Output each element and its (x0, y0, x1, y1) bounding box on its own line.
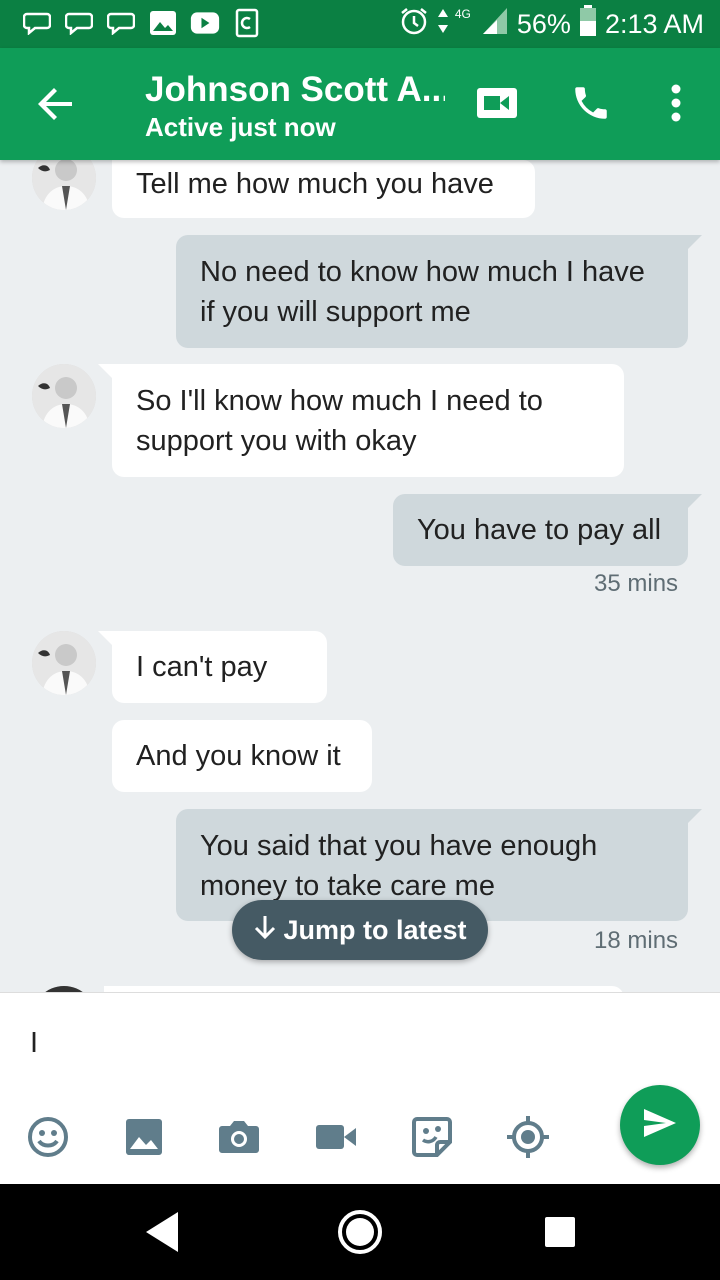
arrow-down-icon (253, 914, 277, 947)
youtube-notification-icon (190, 8, 220, 38)
battery-percent: 56% (516, 8, 571, 39)
status-bar: 4G 56% 2:13 AM (0, 0, 720, 48)
hangouts-notification-icon (64, 8, 94, 38)
contact-avatar[interactable] (32, 160, 96, 210)
clock: 2:13 AM (604, 8, 704, 39)
jump-to-latest-label: Jump to latest (283, 914, 467, 945)
conversation-title[interactable]: Johnson Scott A... (145, 70, 445, 110)
message-timestamp: 35 mins (594, 570, 679, 597)
network-type: 4G (454, 7, 471, 21)
emoji-icon[interactable] (26, 1115, 70, 1159)
nav-recents-icon[interactable] (536, 1208, 584, 1256)
message-text: No need to know how much I have if you w… (200, 256, 645, 328)
jump-to-latest-button[interactable]: Jump to latest (232, 900, 488, 960)
send-icon (642, 1107, 678, 1144)
data-transfer-icon (437, 7, 449, 42)
image-icon[interactable] (122, 1115, 166, 1159)
hangouts-notification-icon (106, 8, 136, 38)
app-bar: Johnson Scott A... Active just now (0, 48, 720, 160)
message-bubble-incoming[interactable]: So I'll know how much I need to support … (112, 364, 624, 477)
message-text: You have to pay all (417, 514, 662, 546)
notification-icons (22, 8, 262, 38)
contact-avatar[interactable] (32, 364, 96, 428)
message-bubble-outgoing[interactable]: No need to know how much I have if you w… (176, 235, 688, 348)
send-button[interactable] (620, 1085, 700, 1165)
contact-avatar[interactable] (32, 631, 96, 695)
signal-icon (481, 6, 509, 43)
message-text: So I'll know how much I need to support … (136, 385, 543, 457)
location-icon[interactable] (506, 1115, 550, 1159)
message-text: You said that you have enough money to t… (200, 830, 598, 902)
message-input[interactable] (30, 1021, 590, 1065)
sticker-icon[interactable] (410, 1115, 454, 1159)
nav-home-icon[interactable] (336, 1208, 384, 1256)
system-status: 4G 56% 2:13 AM (399, 4, 704, 44)
nav-back-icon[interactable] (138, 1208, 186, 1256)
system-navigation-bar (0, 1184, 720, 1280)
bubble-tail (98, 364, 112, 378)
bubble-tail (98, 631, 112, 645)
video-icon[interactable] (314, 1115, 358, 1159)
presence-status: Active just now (145, 112, 336, 142)
message-bubble-incoming[interactable]: Tell me how much you have (112, 160, 535, 218)
battery-icon (579, 4, 597, 44)
message-text: And you know it (136, 740, 341, 772)
alarm-icon (399, 6, 429, 43)
message-bubble-incoming[interactable]: And you know it (112, 720, 372, 792)
video-call-icon[interactable] (472, 78, 522, 128)
phone-icon[interactable] (566, 78, 616, 128)
copy-notification-icon (232, 8, 262, 38)
back-arrow-icon[interactable] (32, 80, 80, 128)
message-bubble-outgoing[interactable]: You have to pay all (393, 494, 688, 566)
message-bubble-incoming[interactable]: I can't pay all (112, 631, 327, 755)
message-text: Tell me how much you have (136, 168, 494, 200)
bubble-tail (688, 494, 702, 508)
bubble-tail (688, 235, 702, 249)
message-list[interactable]: Tell me how much you have No need to kno… (0, 160, 720, 992)
camera-icon[interactable] (217, 1115, 261, 1159)
gallery-notification-icon (148, 8, 178, 38)
message-timestamp: 18 mins (594, 927, 679, 954)
bubble-tail (688, 809, 702, 823)
hangouts-notification-icon (22, 8, 52, 38)
more-vert-icon[interactable] (651, 78, 701, 128)
message-composer (0, 992, 720, 1184)
